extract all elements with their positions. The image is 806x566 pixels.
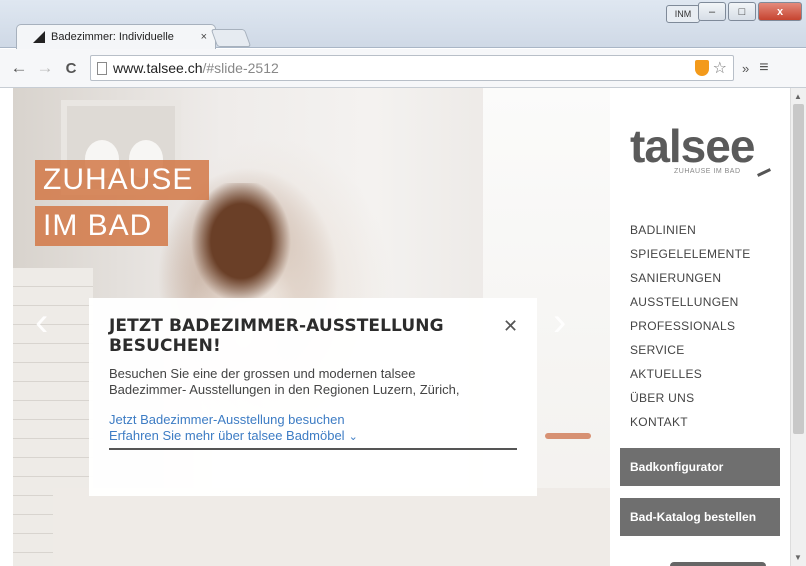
menu-icon[interactable]: ≡ [759,59,768,77]
logo-tagline: ZUHAUSE IM BAD [674,168,741,175]
nav-item-sanierungen[interactable]: SANIERUNGEN [630,266,751,290]
overflow-chevron-icon[interactable]: » [742,61,749,76]
visit-exhibition-link[interactable]: Jetzt Badezimmer-Ausstellung besuchen [109,412,517,428]
sidebar: talsee ZUHAUSE IM BAD BADLINIEN SPIEGELE… [610,88,790,566]
reload-button[interactable]: C [60,57,82,79]
hero-slide: ZUHAUSE IM BAD ‹ › JETZT BADEZIMMER-AUSS… [13,88,610,566]
maximize-button[interactable]: □ [728,2,756,21]
nav-item-ueber-uns[interactable]: ÜBER UNS [630,386,751,410]
prev-slide-arrow-icon[interactable]: ‹ [35,300,61,352]
chevron-down-icon: ⌄ [348,431,358,443]
back-button[interactable]: ← [8,57,30,79]
nav-item-kontakt[interactable]: KONTAKT [630,410,751,434]
url-host: www.talsee.ch [113,60,203,76]
next-slide-arrow-icon[interactable]: › [553,300,579,352]
star-icon[interactable]: ☆ [713,58,727,78]
browser-tab[interactable]: Badezimmer: Individuelle × [16,24,216,49]
page-viewport: ZUHAUSE IM BAD ‹ › JETZT BADEZIMMER-AUSS… [13,88,790,566]
profile-badge[interactable]: INM [666,5,700,23]
catalog-order-button[interactable]: Bad-Katalog bestellen [620,498,780,536]
popup-divider [109,448,517,450]
popup-title: JETZT BADEZIMMER-AUSSTELLUNG BESUCHEN! [109,316,444,356]
nav-item-service[interactable]: SERVICE [630,338,751,362]
forward-button[interactable]: → [34,57,56,79]
window-controls: – □ x [698,2,802,21]
address-bar[interactable]: www.talsee.ch /#slide-2512 ☆ [90,55,734,81]
nav-item-aktuelles[interactable]: AKTUELLES [630,362,751,386]
close-window-button[interactable]: x [758,2,802,21]
new-tab-button[interactable] [210,29,252,47]
tab-title: Badezimmer: Individuelle [51,31,174,43]
slogan-line1: ZUHAUSE [35,160,210,200]
popup-close-icon[interactable]: ✕ [503,316,518,337]
page-scrollbar[interactable]: ▲ ▼ [790,88,806,566]
bathtub-image [53,488,610,566]
logo-comma-mark [757,168,771,177]
page-icon [97,61,107,75]
exhibition-popup: JETZT BADEZIMMER-AUSSTELLUNG BESUCHEN! ✕… [89,298,537,496]
learn-more-label: Erfahren Sie mehr über talsee Badmöbel [109,428,345,443]
slogan-line2: IM BAD [35,206,169,246]
main-nav: BADLINIEN SPIEGELELEMENTE SANIERUNGEN AU… [630,218,751,434]
sidebar-bottom-tab[interactable] [670,562,766,566]
scroll-down-icon[interactable]: ▼ [794,553,802,562]
extension-icon[interactable] [694,60,709,76]
popup-text: Besuchen Sie eine der grossen und modern… [109,366,460,397]
learn-more-link[interactable]: Erfahren Sie mehr über talsee Badmöbel ⌄ [109,428,517,445]
url-path: /#slide-2512 [202,60,279,76]
talsee-logo[interactable]: talsee [630,123,755,169]
nav-item-professionals[interactable]: PROFESSIONALS [630,314,751,338]
tab-close-icon[interactable]: × [201,31,207,43]
site-favicon-icon [33,31,45,43]
scroll-up-icon[interactable]: ▲ [794,92,802,101]
nav-item-ausstellungen[interactable]: AUSSTELLUNGEN [630,290,751,314]
nav-item-badlinien[interactable]: BADLINIEN [630,218,751,242]
browser-titlebar: Badezimmer: Individuelle × INM – □ x [0,0,806,49]
badkonfigurator-button[interactable]: Badkonfigurator [620,448,780,486]
minimize-button[interactable]: – [698,2,726,21]
scroll-thumb[interactable] [793,104,804,434]
faucet-image [545,433,591,439]
browser-toolbar: ← → C www.talsee.ch /#slide-2512 ☆ » ≡ [0,49,806,88]
nav-item-spiegelelemente[interactable]: SPIEGELELEMENTE [630,242,751,266]
